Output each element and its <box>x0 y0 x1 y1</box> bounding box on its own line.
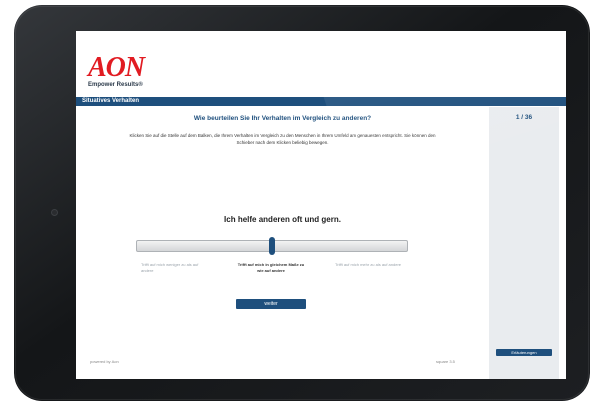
slider-label-more: Trifft auf mich mehr zu als auf andere <box>334 262 401 267</box>
question-area: Wie beurteilen Sie Ihr Verhalten im Verg… <box>76 107 489 379</box>
side-panel <box>489 107 559 379</box>
logo-wordmark: AON <box>88 52 145 83</box>
powered-by-text: powered by Aon <box>90 359 119 364</box>
logo-tagline: Empower Results® <box>88 82 143 88</box>
section-title-bar: Situatives Verhalten <box>76 97 566 106</box>
question-title: Wie beurteilen Sie Ihr Verhalten im Verg… <box>193 115 372 122</box>
instruction-text: Klicken Sie auf die Stelle auf dem Balke… <box>129 133 436 145</box>
aon-logo: AON Empower Results® <box>88 52 145 89</box>
page-counter: 1 / 36 <box>515 114 533 121</box>
explanations-button[interactable]: Erläuterungen <box>496 349 552 356</box>
version-text: square 3.5 <box>436 359 455 364</box>
tablet-device: AON Empower Results® Situatives Verhalte… <box>14 5 590 401</box>
slider-label-less: Trifft auf mich weniger zu als auf ander… <box>141 262 199 273</box>
camera-icon <box>51 209 58 216</box>
rating-slider-handle[interactable] <box>269 237 275 255</box>
survey-screen: AON Empower Results® Situatives Verhalte… <box>76 31 566 379</box>
next-button[interactable]: weiter <box>236 299 306 309</box>
statement-text: Ich helfe anderen oft und gern. <box>224 215 341 224</box>
slider-label-equal: Trifft auf mich in gleichem Maße zu wie … <box>237 262 305 273</box>
